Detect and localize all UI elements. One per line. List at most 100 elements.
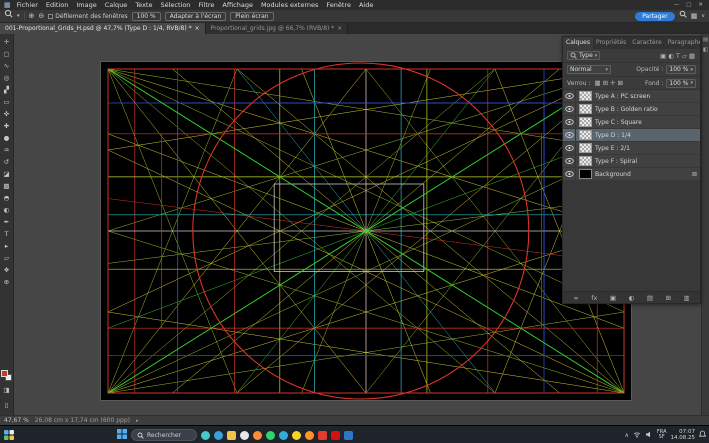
filter-shape-layers-icon[interactable]: ▱: [682, 52, 687, 60]
chrome-icon[interactable]: [240, 431, 249, 440]
visibility-eye-icon[interactable]: [563, 90, 576, 102]
language-indicator[interactable]: FRA SF: [657, 430, 667, 441]
visibility-eye-icon[interactable]: [563, 103, 576, 115]
brush-tool[interactable]: ●: [4, 132, 10, 144]
visibility-eye-icon[interactable]: [563, 168, 576, 180]
hand-tool[interactable]: ❖: [4, 264, 10, 276]
artboard[interactable]: [101, 62, 631, 400]
close-tab-icon[interactable]: ×: [337, 25, 342, 32]
menu-filtre[interactable]: Filtre: [194, 0, 218, 10]
tab-paragraphe[interactable]: Paragraphe: [665, 37, 700, 49]
document-tab-inactive[interactable]: Proportional_grids.jpg @ 66,7% (RVB/8) *…: [206, 23, 349, 34]
wifi-icon[interactable]: [633, 431, 641, 440]
dock-panel-icon[interactable]: ▤: [703, 37, 708, 43]
delete-layer-icon[interactable]: ▥: [684, 294, 690, 302]
notification-bell-icon[interactable]: [699, 430, 706, 440]
layer-thumbnail[interactable]: [579, 143, 592, 153]
clock[interactable]: 07:07 14.08.25: [671, 429, 696, 441]
tab-calques[interactable]: Calques: [563, 37, 593, 49]
adjustment-layer-icon[interactable]: ◐: [629, 294, 635, 302]
shape-tool[interactable]: ▱: [4, 252, 9, 264]
scroll-windows-checkbox[interactable]: Défilement des fenêtres: [48, 13, 127, 20]
minimize-icon[interactable]: —: [674, 2, 680, 8]
filter-type-layers-icon[interactable]: T: [676, 52, 680, 60]
full-screen-button[interactable]: Plein écran: [230, 12, 273, 21]
layer-row[interactable]: Type A : PC screen: [563, 90, 700, 103]
crop-tool[interactable]: ▞: [4, 84, 9, 96]
menu-aide[interactable]: Aide: [355, 0, 377, 10]
menu-selection[interactable]: Sélection: [156, 0, 194, 10]
fit-screen-button[interactable]: Adapter à l'écran: [165, 12, 227, 21]
layer-mask-icon[interactable]: ▣: [610, 294, 616, 302]
layer-row[interactable]: Background⊠: [563, 168, 700, 181]
layer-effects-icon[interactable]: fx: [591, 294, 597, 302]
workspace-icon[interactable]: ▦: [691, 10, 698, 23]
frame-tool[interactable]: ▭: [3, 96, 9, 108]
share-button[interactable]: Partager: [635, 12, 675, 21]
edge-icon[interactable]: [214, 431, 223, 440]
foreground-color-swatch[interactable]: [1, 370, 8, 377]
zoom-in-icon[interactable]: ⊕: [29, 10, 35, 23]
filter-adjustment-layers-icon[interactable]: ◐: [668, 52, 674, 60]
clone-stamp-tool[interactable]: ♒: [4, 144, 10, 156]
filter-pixel-layers-icon[interactable]: ▣: [660, 52, 666, 60]
visibility-eye-icon[interactable]: [563, 142, 576, 154]
layer-thumbnail[interactable]: [579, 117, 592, 127]
widgets-icon[interactable]: [4, 430, 14, 442]
layer-filter-select[interactable]: Type ▾: [567, 51, 600, 60]
search-icon[interactable]: [679, 10, 687, 23]
menu-fichier[interactable]: Fichier: [13, 0, 42, 10]
menu-affichage[interactable]: Affichage: [218, 0, 257, 10]
zoom-out-icon[interactable]: ⊖: [38, 10, 44, 23]
whatsapp-icon[interactable]: [266, 431, 275, 440]
move-tool[interactable]: ✛: [4, 36, 9, 48]
pen-tool[interactable]: ✒: [4, 216, 9, 228]
lock-pixels-icon[interactable]: ⊞: [603, 79, 608, 87]
visibility-eye-icon[interactable]: [563, 155, 576, 167]
close-icon[interactable]: ✕: [698, 2, 703, 8]
close-tab-icon[interactable]: ×: [195, 25, 200, 32]
zoom-level[interactable]: 47,67 %: [4, 417, 29, 424]
fill-input[interactable]: 100 % ▾: [666, 79, 696, 88]
tab-proprietes[interactable]: Propriétés: [593, 37, 629, 49]
status-caret-icon[interactable]: ▸: [136, 418, 139, 424]
layer-row[interactable]: Type D : 1/4: [563, 129, 700, 142]
quick-mask-icon[interactable]: ◨: [3, 384, 9, 396]
menu-modules-externes[interactable]: Modules externes: [257, 0, 322, 10]
taskbar-search[interactable]: Rechercher: [131, 429, 197, 441]
lock-transparency-icon[interactable]: ▦: [594, 79, 600, 87]
tab-caractere[interactable]: Caractère: [629, 37, 664, 49]
layer-row[interactable]: Type C : Square: [563, 116, 700, 129]
checkbox-box[interactable]: [48, 14, 53, 19]
telegram-icon[interactable]: [279, 431, 288, 440]
layer-thumbnail[interactable]: [579, 156, 592, 166]
path-selection-tool[interactable]: ▸: [5, 240, 8, 252]
firefox-icon[interactable]: [253, 431, 262, 440]
menu-image[interactable]: Image: [72, 0, 100, 10]
new-layer-icon[interactable]: ⊞: [666, 294, 671, 302]
dock-panel-icon[interactable]: ◧: [703, 47, 708, 53]
dodge-tool[interactable]: ◐: [4, 204, 10, 216]
layer-thumbnail[interactable]: [579, 130, 592, 140]
gradient-tool[interactable]: ▩: [3, 180, 9, 192]
marquee-tool[interactable]: ▢: [3, 48, 9, 60]
layer-row[interactable]: Type E : 2/1: [563, 142, 700, 155]
visibility-eye-icon[interactable]: [563, 116, 576, 128]
history-brush-tool[interactable]: ↺: [4, 156, 9, 168]
menu-calque[interactable]: Calque: [101, 0, 132, 10]
copilot-icon[interactable]: [201, 431, 210, 440]
layer-thumbnail[interactable]: [579, 104, 592, 114]
lasso-tool[interactable]: ∿: [4, 60, 9, 72]
lock-position-icon[interactable]: ✛: [610, 79, 615, 87]
tray-chevron-icon[interactable]: ∧: [625, 432, 629, 439]
link-layers-icon[interactable]: ∞: [573, 294, 578, 302]
opacity-input[interactable]: 100 % ▾: [666, 65, 696, 74]
zoom-tool[interactable]: ⊕: [4, 276, 9, 288]
layer-row[interactable]: Type F : Spiral: [563, 155, 700, 168]
photoshop-icon[interactable]: [344, 431, 353, 440]
object-selection-tool[interactable]: ◎: [4, 72, 10, 84]
eraser-tool[interactable]: ◪: [3, 168, 9, 180]
layer-thumbnail[interactable]: [579, 91, 592, 101]
layer-row[interactable]: Type B : Golden ratio: [563, 103, 700, 116]
orange-app-icon[interactable]: [305, 431, 314, 440]
